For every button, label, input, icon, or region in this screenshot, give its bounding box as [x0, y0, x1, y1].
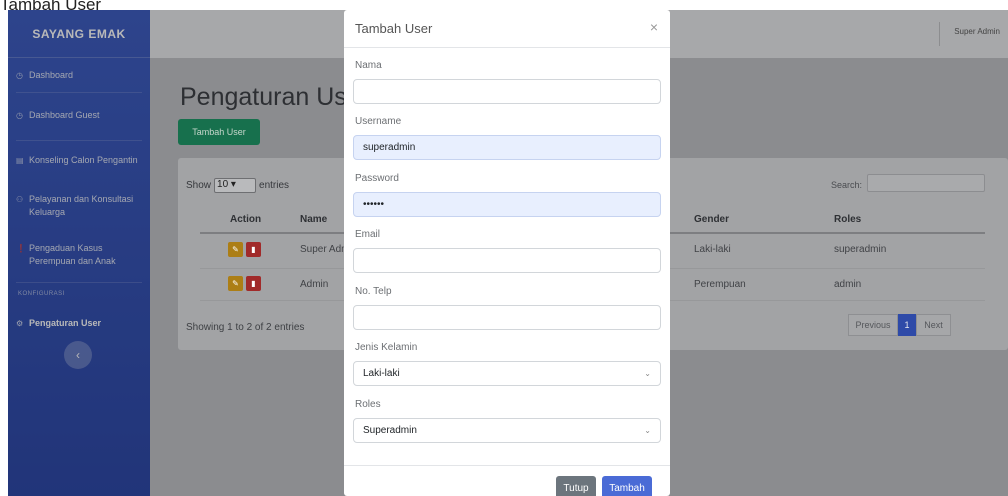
entries-control: Show 10 ▾ entries: [186, 178, 289, 193]
sidebar-item-label: Dashboard Guest: [29, 110, 100, 120]
email-label: Email: [355, 229, 381, 240]
add-user-modal: Tambah User × Nama Username superadmin P…: [344, 10, 670, 496]
show-label: Show: [186, 180, 212, 191]
chevron-left-icon: ‹: [76, 348, 80, 362]
search-input[interactable]: [867, 174, 985, 192]
email-field[interactable]: [353, 248, 661, 273]
telp-field[interactable]: [353, 305, 661, 330]
delete-button[interactable]: ▮: [246, 276, 261, 291]
cell-gender: Perempuan: [694, 279, 746, 290]
nama-label: Nama: [355, 60, 382, 71]
sidebar-item-pelayanan[interactable]: ⚇ Pelayanan dan Konsultasi Keluarga: [8, 193, 150, 219]
brand-logo[interactable]: SAYANG EMAK: [8, 10, 150, 58]
table-icon: ▤: [16, 156, 24, 165]
telp-label: No. Telp: [355, 286, 392, 297]
sidebar-item-label: Pengaturan User: [29, 318, 102, 328]
gender-select-value: Laki-laki: [363, 368, 400, 379]
sidebar-item-label: Pengaduan Kasus Perempuan dan Anak: [29, 243, 116, 266]
entries-select[interactable]: 10 ▾: [214, 178, 257, 193]
page-title: Pengaturan Us: [180, 83, 347, 111]
trash-icon: ▮: [251, 279, 256, 288]
modal-title: Tambah User: [355, 21, 433, 36]
gender-label: Jenis Kelamin: [355, 342, 418, 353]
edit-button[interactable]: ✎: [228, 242, 243, 257]
roles-select-value: Superadmin: [363, 425, 417, 436]
gear-icon: ⚙: [16, 319, 24, 328]
user-menu[interactable]: Super Admin: [954, 27, 1000, 36]
modal-header: Tambah User ×: [344, 10, 670, 48]
add-user-button[interactable]: Tambah User: [178, 119, 260, 145]
pagination-previous[interactable]: Previous: [848, 314, 898, 336]
pagination-next[interactable]: Next: [916, 314, 951, 336]
dashboard-icon: ◷: [16, 111, 23, 120]
exclamation-icon: ❗: [16, 244, 26, 253]
sidebar-item-label: Dashboard: [29, 70, 74, 80]
close-icon[interactable]: ×: [650, 19, 658, 35]
users-icon: ⚇: [16, 195, 24, 204]
edit-icon: ✎: [232, 245, 239, 254]
username-field[interactable]: superadmin: [353, 135, 661, 160]
divider: [939, 22, 940, 46]
column-header-action[interactable]: Action: [230, 214, 261, 225]
entries-select-value: 10: [217, 179, 229, 190]
divider: [16, 282, 142, 283]
edit-button[interactable]: ✎: [228, 276, 243, 291]
edit-icon: ✎: [232, 279, 239, 288]
sidebar-item-pengaduan[interactable]: ❗ Pengaduan Kasus Perempuan dan Anak: [8, 242, 150, 268]
sidebar-toggle-button[interactable]: ‹: [64, 341, 92, 369]
table-info: Showing 1 to 2 of 2 entries: [186, 322, 305, 333]
sidebar-item-dashboard[interactable]: ◷ Dashboard: [8, 69, 150, 82]
roles-label: Roles: [355, 399, 381, 410]
divider: [344, 465, 670, 466]
entries-label: entries: [259, 180, 290, 191]
column-header-name[interactable]: Name: [300, 214, 327, 225]
roles-select[interactable]: Superadmin ⌄: [353, 418, 661, 443]
submit-button[interactable]: Tambah: [602, 476, 652, 496]
cell-role: superadmin: [834, 244, 887, 255]
sidebar-item-dashboard-guest[interactable]: ◷ Dashboard Guest: [8, 109, 150, 122]
cell-gender: Laki-laki: [694, 244, 731, 255]
sidebar-item-label: Konseling Calon Pengantin: [29, 155, 138, 165]
password-field[interactable]: ••••••: [353, 192, 661, 217]
trash-icon: ▮: [251, 245, 256, 254]
cell-role: admin: [834, 279, 862, 290]
gender-select[interactable]: Laki-laki ⌄: [353, 361, 661, 386]
dashboard-icon: ◷: [16, 71, 23, 80]
chevron-down-icon: ⌄: [644, 369, 651, 378]
cell-name: Admin: [300, 279, 329, 290]
column-header-roles[interactable]: Roles: [834, 214, 861, 225]
sidebar-item-label: Pelayanan dan Konsultasi Keluarga: [29, 194, 134, 217]
cell-name: Super Adm: [300, 244, 350, 255]
sidebar-item-konseling[interactable]: ▤ Konseling Calon Pengantin: [8, 154, 150, 167]
divider: [16, 140, 142, 141]
search-label: Search:: [831, 180, 863, 190]
divider: [16, 92, 142, 93]
sidebar-heading: KONFIGURASI: [18, 291, 65, 297]
sidebar: SAYANG EMAK ◷ Dashboard ◷ Dashboard Gues…: [8, 10, 150, 496]
sidebar-item-pengaturan-user[interactable]: ⚙ Pengaturan User: [8, 317, 150, 330]
app-window: SAYANG EMAK ◷ Dashboard ◷ Dashboard Gues…: [8, 10, 1008, 496]
chevron-down-icon: ⌄: [644, 426, 651, 435]
close-button[interactable]: Tutup: [556, 476, 596, 496]
caption-title: Tambah User: [0, 0, 102, 10]
delete-button[interactable]: ▮: [246, 242, 261, 257]
nama-field[interactable]: [353, 79, 661, 104]
password-label: Password: [355, 173, 399, 184]
column-header-gender[interactable]: Gender: [694, 214, 729, 225]
username-label: Username: [355, 116, 402, 127]
pagination-page-1[interactable]: 1: [898, 314, 916, 336]
